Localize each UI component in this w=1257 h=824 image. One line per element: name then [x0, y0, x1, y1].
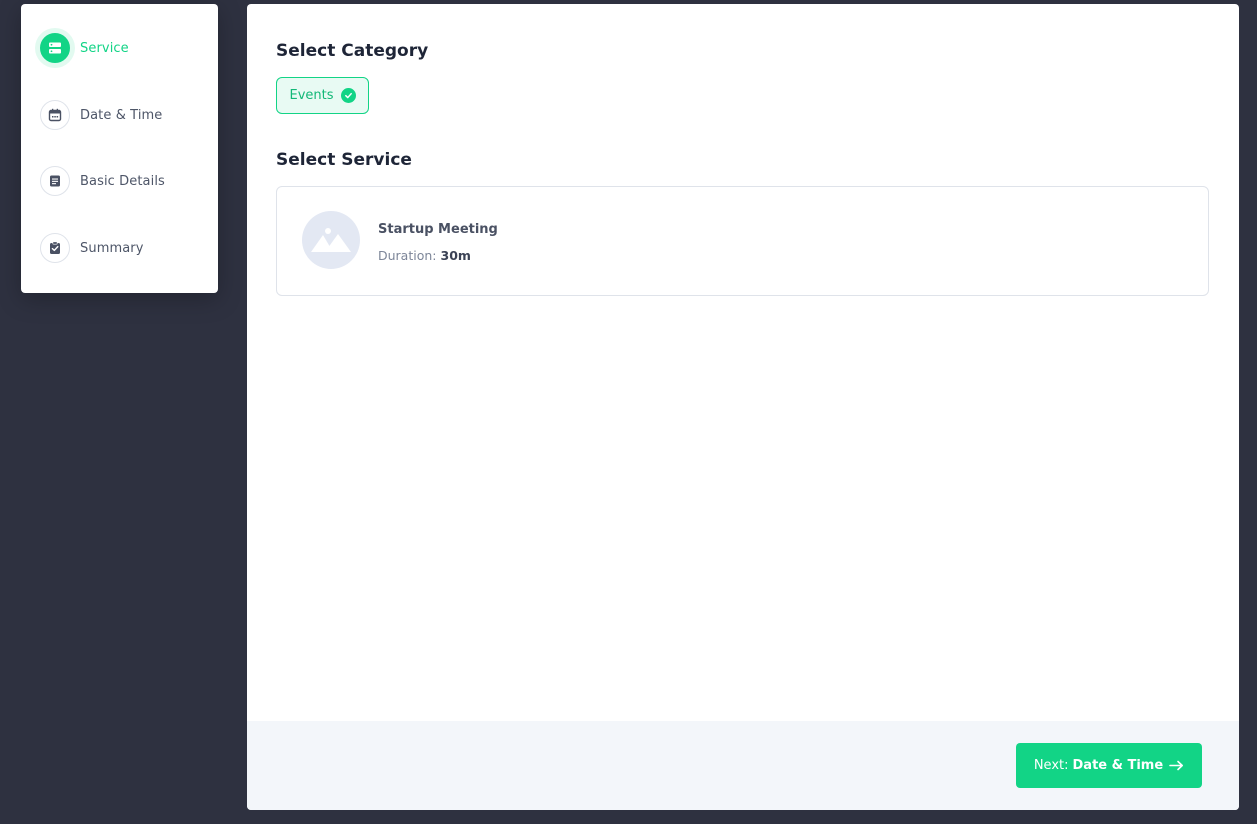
clipboard-check-icon	[40, 233, 70, 263]
steps-sidebar: Service Date & Time Basic Details Summar…	[21, 4, 218, 293]
arrow-right-icon	[1169, 760, 1184, 771]
server-icon	[40, 33, 70, 63]
step-date-time[interactable]: Date & Time	[40, 100, 162, 130]
service-card-startup-meeting[interactable]: Startup Meeting Duration: 30m	[276, 186, 1209, 296]
step-label-date-time: Date & Time	[80, 107, 163, 123]
category-chip-events[interactable]: Events	[276, 77, 369, 114]
image-placeholder-icon	[302, 211, 360, 269]
service-name: Startup Meeting	[378, 222, 498, 237]
next-target: Date & Time	[1072, 758, 1164, 773]
category-title: Select Category	[276, 41, 429, 61]
step-label-service: Service	[80, 40, 129, 56]
step-basic-details[interactable]: Basic Details	[40, 166, 165, 196]
next-button[interactable]: Next: Date & Time	[1016, 743, 1202, 788]
next-prefix: Next:	[1033, 758, 1069, 773]
service-duration: Duration: 30m	[378, 248, 471, 263]
category-chip-label: Events	[289, 88, 334, 103]
duration-value: 30m	[440, 248, 471, 263]
step-service[interactable]: Service	[40, 33, 129, 63]
step-label-summary: Summary	[80, 240, 144, 256]
footer-bar: Next: Date & Time	[247, 721, 1239, 810]
check-circle-icon	[340, 88, 356, 103]
step-label-basic-details: Basic Details	[80, 173, 165, 189]
main-panel: Select Category Events Select Service St…	[247, 4, 1239, 810]
step-summary[interactable]: Summary	[40, 233, 144, 263]
document-icon	[40, 166, 70, 196]
calendar-icon	[40, 100, 70, 130]
service-title: Select Service	[276, 150, 412, 170]
duration-label: Duration:	[378, 248, 437, 263]
